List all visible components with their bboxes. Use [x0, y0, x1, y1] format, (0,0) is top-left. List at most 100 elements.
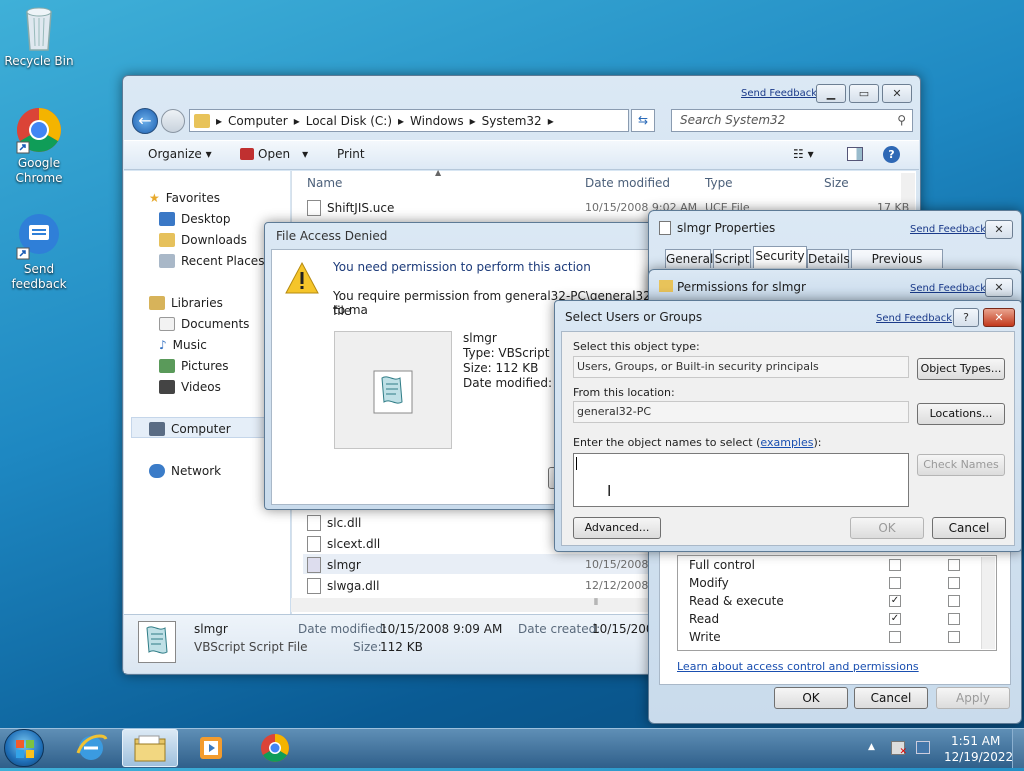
cancel-button[interactable]: Cancel [932, 517, 1006, 539]
breadcrumb-local-disk[interactable]: Local Disk (C:) [306, 114, 392, 128]
deny-checkbox[interactable] [948, 613, 960, 625]
breadcrumb-system32[interactable]: System32 [482, 114, 542, 128]
organize-menu[interactable]: Organize ▾ [148, 147, 212, 161]
help-icon[interactable]: ? [883, 146, 900, 163]
ok-button[interactable]: OK [774, 687, 848, 709]
taskbar-media-player[interactable] [184, 729, 238, 767]
details-modified-label: Date modified: [298, 622, 388, 636]
allow-checkbox-checked[interactable]: ✓ [889, 613, 901, 625]
cancel-button[interactable]: Cancel [854, 687, 928, 709]
details-created-label: Date created: [518, 622, 601, 636]
dialog-title: Select Users or Groups [565, 310, 703, 324]
file-row[interactable]: slc.dll [307, 515, 361, 531]
locations-button[interactable]: Locations... [917, 403, 1005, 425]
back-button[interactable]: ← [132, 108, 158, 134]
breadcrumb-windows[interactable]: Windows [410, 114, 464, 128]
examples-link[interactable]: examples [760, 436, 813, 449]
object-types-button[interactable]: Object Types... [917, 358, 1005, 380]
action-center-icon[interactable]: ✕ [891, 741, 907, 757]
object-names-input[interactable]: I [573, 453, 909, 507]
breadcrumb-computer[interactable]: Computer [228, 114, 288, 128]
apply-button[interactable]: Apply [936, 687, 1010, 709]
file-row[interactable]: ShiftJIS.uce [307, 200, 394, 216]
allow-checkbox[interactable] [889, 577, 901, 589]
preview-pane-icon[interactable] [847, 147, 863, 161]
address-bar[interactable]: ▸ Computer ▸ Local Disk (C:) ▸ Windows ▸… [189, 109, 629, 132]
nav-libraries[interactable]: Libraries [149, 296, 223, 310]
deny-checkbox[interactable] [948, 631, 960, 643]
start-button[interactable] [4, 729, 44, 767]
script-file-large-icon [138, 621, 176, 663]
close-button[interactable]: ✕ [983, 308, 1015, 327]
advanced-button[interactable]: Advanced... [573, 517, 661, 539]
column-header-name[interactable]: Name [307, 176, 342, 190]
minimize-button[interactable]: ▁ [816, 84, 846, 103]
nav-recent-places[interactable]: Recent Places [159, 254, 264, 268]
deny-checkbox[interactable] [948, 559, 960, 571]
details-name: slmgr [194, 622, 228, 636]
close-button[interactable]: ✕ [985, 278, 1013, 297]
ok-button[interactable]: OK [850, 517, 924, 539]
help-button[interactable]: ? [953, 308, 979, 327]
tab-script[interactable]: Script [713, 249, 751, 268]
maximize-button[interactable]: ▭ [849, 84, 879, 103]
permission-scrollbar[interactable] [981, 557, 995, 649]
nav-music[interactable]: ♪ Music [159, 338, 207, 352]
view-options-icon[interactable]: ☷ ▾ [793, 147, 814, 161]
send-feedback-link[interactable]: Send Feedback [910, 283, 986, 294]
allow-checkbox-checked[interactable]: ✓ [889, 595, 901, 607]
tab-general[interactable]: General [665, 249, 713, 268]
send-feedback-link[interactable]: Send Feedback [910, 224, 986, 235]
open-button[interactable]: Open ▾ [240, 147, 308, 161]
deny-checkbox[interactable] [948, 577, 960, 589]
permission-name: Full control [689, 558, 755, 572]
file-icon [307, 200, 321, 216]
desktop-icon-recycle-bin[interactable]: Recycle Bin [0, 4, 78, 69]
network-tray-icon[interactable] [916, 741, 930, 754]
close-button[interactable]: ✕ [882, 84, 912, 103]
nav-videos[interactable]: Videos [159, 380, 221, 394]
send-feedback-link[interactable]: Send Feedback [876, 313, 952, 324]
taskbar-google-chrome[interactable] [248, 729, 302, 767]
close-button[interactable]: ✕ [985, 220, 1013, 239]
allow-checkbox[interactable] [889, 631, 901, 643]
desktop-icon-send-feedback[interactable]: Send feedback [0, 212, 78, 292]
search-input[interactable]: Search System32 ⚲ [671, 109, 913, 132]
tab-previous-versions[interactable]: Previous Versions [851, 249, 943, 284]
tab-details[interactable]: Details [807, 249, 850, 268]
show-desktop-button[interactable] [1012, 729, 1024, 768]
taskbar-internet-explorer[interactable] [64, 729, 118, 767]
deny-checkbox[interactable] [948, 595, 960, 607]
send-feedback-link[interactable]: Send Feedback [741, 88, 817, 99]
taskbar-windows-explorer[interactable] [122, 729, 178, 767]
downloads-icon [159, 233, 175, 247]
permission-name: Modify [689, 576, 729, 590]
file-row[interactable]: slcext.dll [307, 536, 380, 552]
computer-icon [149, 422, 165, 436]
tab-security[interactable]: Security [753, 246, 807, 268]
nav-downloads[interactable]: Downloads [159, 233, 247, 247]
nav-network[interactable]: Network [149, 464, 221, 478]
nav-computer[interactable]: Computer [149, 422, 231, 436]
refresh-button[interactable]: ⇆ [631, 109, 655, 132]
file-row[interactable]: slmgr [307, 557, 361, 573]
check-names-button[interactable]: Check Names [917, 454, 1005, 476]
clock-time[interactable]: 1:51 AM [951, 734, 1000, 748]
allow-checkbox[interactable] [889, 559, 901, 571]
nav-desktop[interactable]: Desktop [159, 212, 231, 226]
nav-documents[interactable]: Documents [159, 317, 249, 331]
column-header-date[interactable]: Date modified [585, 176, 670, 190]
column-header-type[interactable]: Type [705, 176, 733, 190]
show-hidden-icons-button[interactable]: ▲ [868, 742, 875, 752]
learn-access-link[interactable]: Learn about access control and permissio… [677, 660, 919, 673]
forward-button[interactable] [161, 109, 185, 133]
recent-places-icon [159, 254, 175, 268]
location-field: general32-PC [573, 401, 909, 423]
nav-pictures[interactable]: Pictures [159, 359, 229, 373]
column-header-size[interactable]: Size [824, 176, 849, 190]
file-row[interactable]: slwga.dll [307, 578, 379, 594]
nav-favorites[interactable]: ★ Favorites [149, 191, 220, 205]
desktop-icon-google-chrome[interactable]: Google Chrome [0, 106, 78, 186]
print-button[interactable]: Print [337, 147, 365, 161]
clock-date[interactable]: 12/19/2022 [944, 750, 1013, 764]
